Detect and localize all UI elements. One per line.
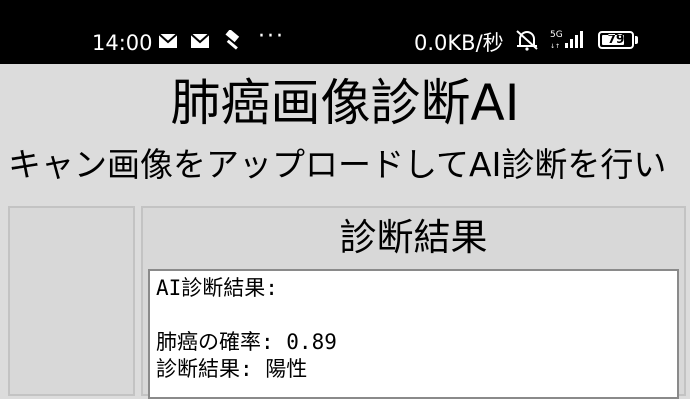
result-textbox[interactable]: AI診断結果: 肺癌の確率: 0.89 診断結果: 陽性: [148, 269, 679, 399]
result-panel: 診断結果 AI診断結果: 肺癌の確率: 0.89 診断結果: 陽性: [141, 206, 686, 399]
upload-panel[interactable]: [8, 206, 135, 396]
result-heading: 診断結果: [339, 216, 488, 259]
mail-icon: [158, 33, 178, 53]
battery-icon: 79: [598, 31, 634, 49]
battery-percent: 79: [607, 32, 625, 46]
status-bar: 14:00 ··· 0.0KB/秒 5G ↓↑ 79: [0, 0, 690, 64]
alarm-off-icon: [514, 29, 540, 55]
page-subtitle: キャン画像をアップロードしてAI診断を行い: [8, 145, 667, 184]
hammer-icon: [222, 29, 244, 56]
svg-text:5G: 5G: [550, 30, 563, 40]
page-title: 肺癌画像診断AI: [170, 74, 520, 132]
svg-text:↓↑: ↓↑: [550, 43, 560, 50]
battery-tip: [635, 36, 638, 44]
network-speed: 0.0KB/秒: [414, 31, 504, 55]
mail-icon: [190, 33, 210, 53]
more-notifications-icon: ···: [258, 24, 285, 49]
signal-5g-icon: 5G ↓↑: [549, 28, 591, 54]
status-time: 14:00: [92, 31, 153, 55]
